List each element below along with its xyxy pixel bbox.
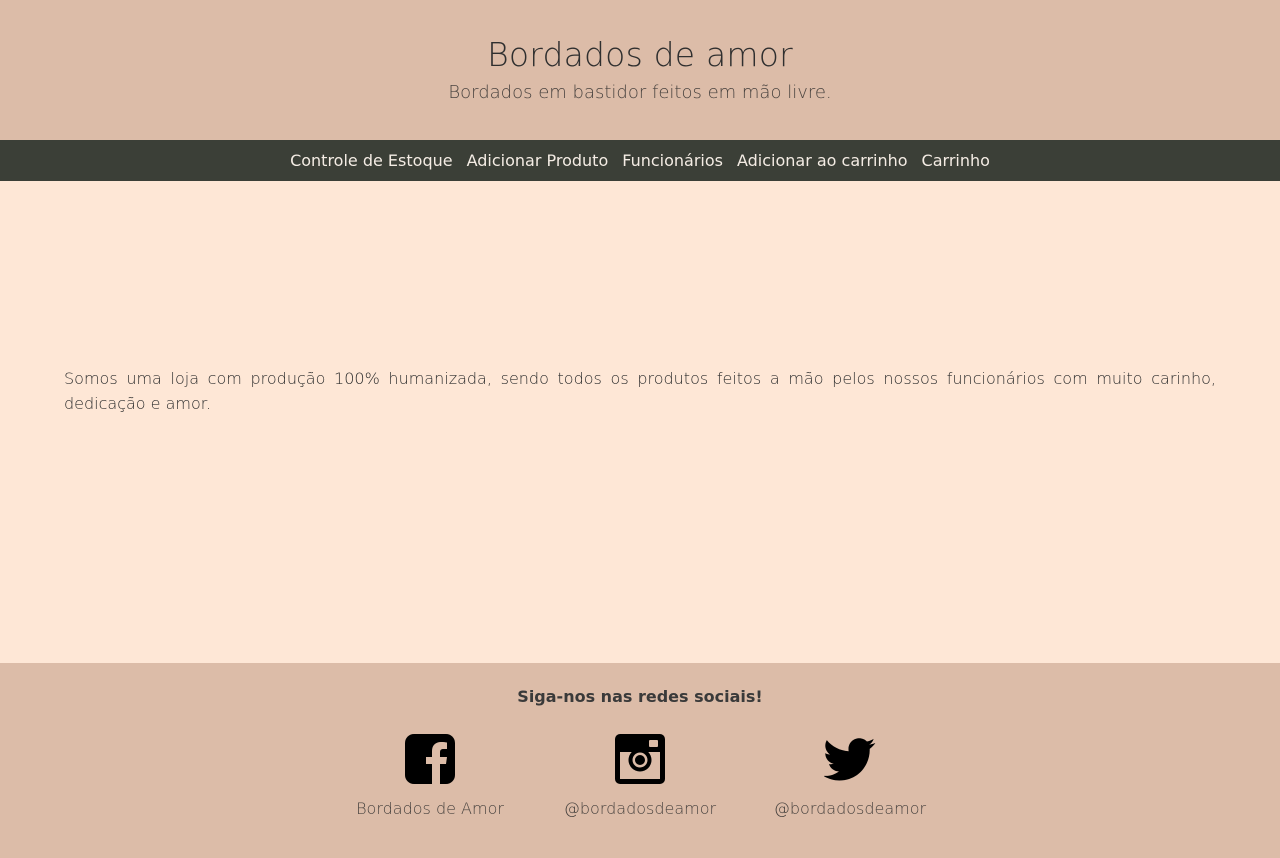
instagram-link[interactable]: @bordadosdeamor [555,733,725,819]
site-header: Bordados de amor Bordados em bastidor fe… [0,0,1280,140]
follow-heading: Siga-nos nas redes sociais! [517,687,763,706]
facebook-link[interactable]: Bordados de Amor [345,733,515,819]
site-subtitle: Bordados em bastidor feitos em mão livre… [448,82,832,103]
facebook-label: Bordados de Amor [356,799,504,818]
site-footer: Siga-nos nas redes sociais! Bordados de … [0,663,1280,858]
social-links: Bordados de Amor @bordadosdeamor @bordad… [0,733,1280,819]
main-nav: Controle de Estoque Adicionar Produto Fu… [0,140,1280,181]
twitter-icon [824,738,876,781]
twitter-label: @bordadosdeamor [773,799,927,818]
nav-item-adicionar-ao-carrinho[interactable]: Adicionar ao carrinho [737,140,908,181]
nav-item-carrinho[interactable]: Carrinho [922,140,990,181]
about-text: Somos uma loja com produção 100% humaniz… [64,369,1216,413]
twitter-link[interactable]: @bordadosdeamor [765,733,935,819]
facebook-icon [405,734,455,784]
nav-item-funcionarios[interactable]: Funcionários [622,140,723,181]
instagram-icon [615,734,665,784]
site-title: Bordados de amor [487,35,793,74]
nav-item-controle-de-estoque[interactable]: Controle de Estoque [290,140,453,181]
main-content: Somos uma loja com produção 100% humaniz… [0,181,1280,663]
instagram-label: @bordadosdeamor [563,799,717,818]
nav-item-adicionar-produto[interactable]: Adicionar Produto [467,140,609,181]
